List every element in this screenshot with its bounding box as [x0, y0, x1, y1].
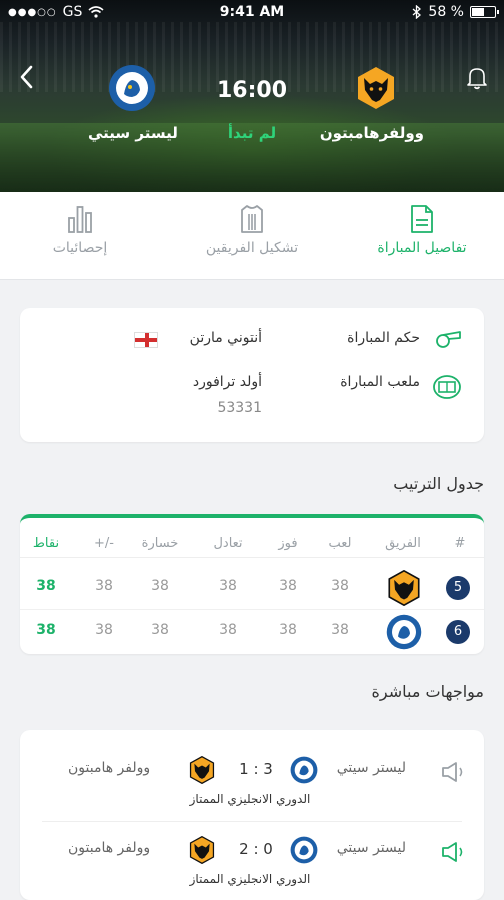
referee-name: أنتوني مارتن	[189, 330, 262, 346]
leicester-crest-icon	[386, 614, 422, 650]
status-right: 58 %	[412, 4, 499, 20]
leicester-crest-icon	[290, 836, 318, 864]
cell-goal-diff: 38	[95, 622, 113, 638]
stadium-row: ملعب المباراة أولد ترافورد	[20, 368, 484, 399]
jersey-icon	[241, 205, 263, 233]
col-goal-diff: -/+	[94, 536, 114, 551]
h2h-home-team: ليستر سيتي	[336, 840, 406, 856]
h2h-away-team: وولفر هامبتون	[68, 760, 151, 776]
stadium-capacity: 53331	[217, 400, 262, 416]
cell-won: 38	[279, 578, 297, 594]
table-row[interactable]: 5 38 38 38 38 38 38	[20, 566, 484, 610]
tab-match-details[interactable]: تفاصيل المباراة	[352, 204, 492, 256]
cell-goal-diff: 38	[95, 578, 113, 594]
battery-percent: 58 %	[428, 4, 464, 20]
speaker-icon[interactable]	[440, 760, 466, 784]
stadium-icon	[433, 375, 461, 399]
h2h-home-team: ليستر سيتي	[336, 760, 406, 776]
h2h-title: مواجهات مباشرة	[371, 682, 484, 701]
match-tabs: تفاصيل المباراة تشكيل الفريقين إحصائيات	[0, 192, 504, 280]
col-team: الفريق	[385, 536, 421, 551]
list-item[interactable]: ليستر سيتي 2 : 0 وولفر هامبتون الدوري ال…	[20, 822, 484, 900]
tab-label: تشكيل الفريقين	[205, 240, 299, 256]
tab-label: تفاصيل المباراة	[377, 240, 467, 256]
col-played: لعب	[328, 536, 352, 551]
stadium-name: أولد ترافورد	[192, 374, 262, 390]
speaker-icon[interactable]	[440, 840, 466, 864]
col-won: فوز	[278, 536, 298, 551]
rank-badge: 5	[446, 576, 470, 600]
h2h-competition: الدوري الانجليزي الممتاز	[189, 872, 311, 886]
h2h-score: 2 : 0	[239, 840, 273, 858]
cell-played: 38	[331, 578, 349, 594]
wolves-crest-icon	[189, 756, 215, 784]
col-drawn: تعادل	[213, 536, 243, 551]
col-lost: خسارة	[141, 536, 179, 551]
cell-played: 38	[331, 622, 349, 638]
rank-badge: 6	[446, 620, 470, 644]
tab-label: إحصائيات	[52, 240, 108, 256]
whistle-icon	[436, 331, 461, 348]
h2h-list: ليستر سيتي 1 : 3 وولفر هامبتون الدوري ال…	[20, 730, 484, 900]
tab-statistics[interactable]: إحصائيات	[10, 204, 150, 256]
leicester-crest-icon	[290, 756, 318, 784]
bluetooth-icon	[412, 5, 422, 19]
standings-header: # الفريق لعب فوز تعادل خسارة -/+ نقاط	[20, 532, 484, 558]
kickoff-time: 16:00	[216, 78, 288, 103]
cell-won: 38	[279, 622, 297, 638]
cell-lost: 38	[151, 578, 169, 594]
table-row[interactable]: 6 38 38 38 38 38 38	[20, 610, 484, 654]
col-rank: #	[454, 536, 466, 551]
match-status: لم تبدأ	[227, 124, 277, 142]
cell-drawn: 38	[219, 578, 237, 594]
standings-title: جدول الترتيب	[393, 474, 484, 493]
referee-row: حكم المباراة أنتوني مارتن	[20, 324, 484, 354]
cell-points: 38	[36, 622, 56, 638]
wolves-crest-icon	[189, 836, 215, 864]
stadium-label: ملعب المباراة	[340, 374, 420, 390]
wolves-crest-icon	[388, 570, 420, 606]
tab-lineups[interactable]: تشكيل الفريقين	[182, 204, 322, 256]
england-flag-icon	[134, 332, 158, 348]
col-points: نقاط	[32, 536, 60, 551]
h2h-competition: الدوري الانجليزي الممتاز	[189, 792, 311, 806]
referee-label: حكم المباراة	[347, 330, 420, 346]
list-item[interactable]: ليستر سيتي 1 : 3 وولفر هامبتون الدوري ال…	[20, 742, 484, 822]
status-bar: ●●●○○ GS 9:41 AM 58 %	[0, 0, 504, 24]
match-info-card: حكم المباراة أنتوني مارتن ملعب المباراة …	[20, 308, 484, 442]
document-icon	[411, 205, 433, 233]
match-header: ●●●○○ GS 9:41 AM 58 % وولفرهامبتون ليستر…	[0, 0, 504, 192]
cell-drawn: 38	[219, 622, 237, 638]
cell-lost: 38	[151, 622, 169, 638]
h2h-score: 1 : 3	[239, 760, 273, 778]
h2h-away-team: وولفر هامبتون	[68, 840, 151, 856]
bar-chart-icon	[68, 206, 92, 233]
cell-points: 38	[36, 578, 56, 594]
battery-icon	[470, 6, 499, 18]
standings-table: # الفريق لعب فوز تعادل خسارة -/+ نقاط 5 …	[20, 514, 484, 654]
